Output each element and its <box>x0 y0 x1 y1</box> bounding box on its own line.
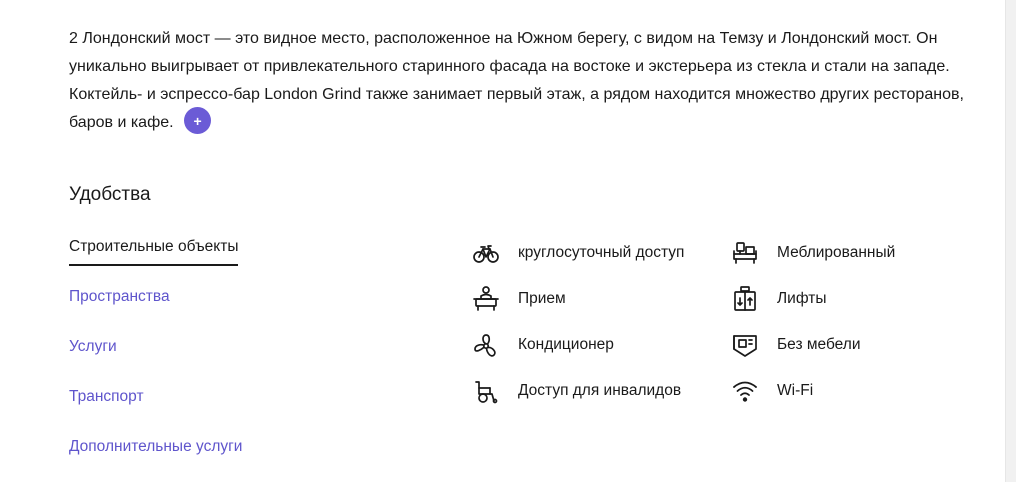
fan-icon <box>471 330 501 360</box>
tab-additional-services[interactable]: Дополнительные услуги <box>69 435 242 485</box>
amenities-column-1: круглосуточный доступ Прием Кондиционер <box>471 230 684 414</box>
reception-icon <box>471 284 501 314</box>
elevator-icon <box>730 284 760 314</box>
amenities-column-2: Меблированный Лифты Без мебели Wi-Fi <box>730 230 895 414</box>
amenity-item: Без мебели <box>730 322 895 368</box>
amenity-item: Wi-Fi <box>730 368 895 414</box>
amenity-item: Меблированный <box>730 230 895 276</box>
tab-building-facilities[interactable]: Строительные объекты <box>69 235 242 285</box>
property-description: 2 Лондонский мост — это видное место, ра… <box>69 25 969 137</box>
furniture-icon <box>730 238 760 268</box>
amenity-item: круглосуточный доступ <box>471 230 684 276</box>
amenities-title: Удобства <box>69 184 151 205</box>
tab-transport[interactable]: Транспорт <box>69 385 242 435</box>
wifi-icon <box>730 376 760 406</box>
amenity-item: Доступ для инвалидов <box>471 368 684 414</box>
amenities-tabs: Строительные объекты Пространства Услуги… <box>69 235 242 485</box>
wheelchair-icon <box>471 376 501 406</box>
amenity-item: Прием <box>471 276 684 322</box>
expand-description-button[interactable]: + <box>184 107 212 135</box>
amenity-item: Кондиционер <box>471 322 684 368</box>
tab-services[interactable]: Услуги <box>69 335 242 385</box>
page-scrollbar[interactable] <box>1005 0 1016 482</box>
empty-room-icon <box>730 330 760 360</box>
bicycle-icon <box>471 238 501 268</box>
amenity-item: Лифты <box>730 276 895 322</box>
tab-spaces[interactable]: Пространства <box>69 285 242 335</box>
